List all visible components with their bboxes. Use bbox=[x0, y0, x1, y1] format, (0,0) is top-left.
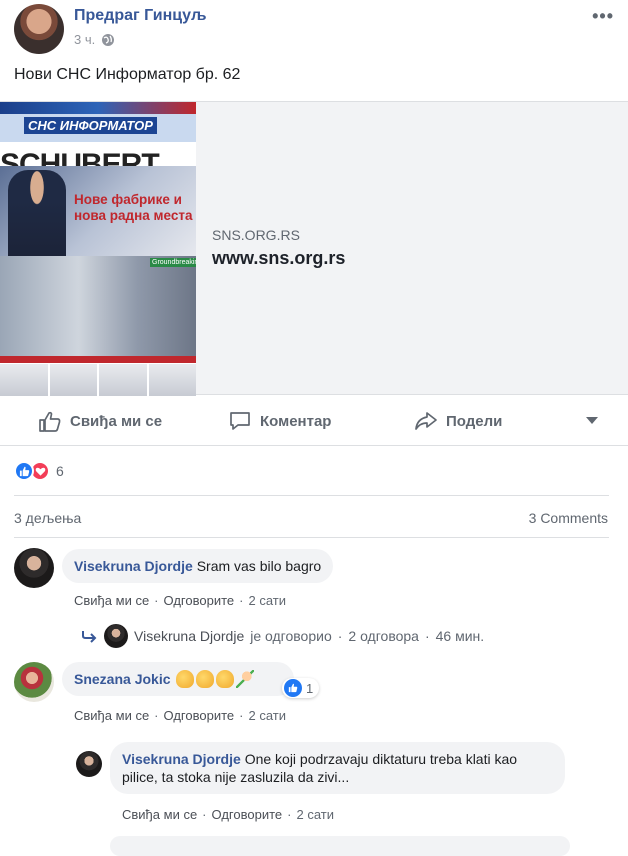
post-header: Предраг Гинцуљ 3 ч. ••• bbox=[0, 0, 628, 60]
newspaper-person bbox=[8, 170, 66, 258]
comment-button[interactable]: Коментар bbox=[228, 410, 331, 432]
separator: · bbox=[337, 628, 343, 644]
reply-arrow-icon bbox=[82, 631, 97, 643]
commenter-name[interactable]: Visekruna Djordje bbox=[122, 751, 241, 767]
newspaper-thumb bbox=[148, 364, 196, 396]
reply-text: је одговорио bbox=[250, 628, 332, 644]
post-actions-bar: Свиђа ми се Коментар Подели bbox=[0, 396, 628, 446]
separator: · bbox=[154, 708, 159, 723]
thumbs-up-icon bbox=[39, 411, 61, 432]
separator: · bbox=[287, 807, 292, 822]
newspaper-masthead: СНС ИНФОРМАТОР bbox=[24, 117, 157, 134]
newspaper-thumb bbox=[99, 364, 147, 396]
like-button[interactable]: Свиђа ми се bbox=[38, 410, 162, 432]
reactions-count: 6 bbox=[56, 463, 64, 479]
comment-bubble: Visekruna Djordje One koji podrzavaju di… bbox=[110, 742, 565, 794]
comment-reply-link[interactable]: Одговорите bbox=[212, 807, 283, 822]
comment-like-link[interactable]: Свиђа ми се bbox=[74, 593, 149, 608]
commenter-name[interactable]: Visekruna Djordje bbox=[74, 558, 193, 574]
newspaper-thumbnail: СНС ИНФОРМАТОР SCHUBERT Нове фабрике и н… bbox=[0, 102, 196, 396]
more-options-icon[interactable]: ••• bbox=[592, 6, 614, 27]
comment-time[interactable]: 2 сати bbox=[248, 708, 286, 723]
divider bbox=[14, 537, 609, 538]
newspaper-top-band bbox=[0, 102, 196, 114]
comment-reply-link[interactable]: Одговорите bbox=[164, 708, 235, 723]
comment-like-link[interactable]: Свиђа ми се bbox=[122, 807, 197, 822]
comment-icon bbox=[230, 412, 250, 430]
comment-label: Коментар bbox=[260, 412, 332, 430]
post-time[interactable]: 3 ч. bbox=[74, 32, 95, 47]
newspaper-thumb bbox=[49, 364, 97, 396]
comment-reply-link[interactable]: Одговорите bbox=[164, 593, 235, 608]
author-name[interactable]: Предраг Гинцуљ bbox=[74, 7, 207, 25]
comment-time[interactable]: 2 сати bbox=[248, 593, 286, 608]
clapping-hands-emoji-icon bbox=[216, 670, 235, 688]
like-reaction-icon bbox=[14, 461, 34, 481]
comment-actions: Свиђа ми се · Одговорите · 2 сати bbox=[122, 807, 334, 822]
comments-count[interactable]: 3 Comments bbox=[529, 510, 608, 526]
separator: · bbox=[239, 593, 244, 608]
post-text: Нови СНС Информатор бр. 62 bbox=[14, 66, 241, 83]
newspaper-thumbs bbox=[0, 364, 196, 396]
reply-count: 2 одговора bbox=[348, 628, 419, 644]
reply-time: 46 мин. bbox=[435, 628, 485, 644]
newspaper-photo-bottom bbox=[0, 256, 196, 356]
comment-like-link[interactable]: Свиђа ми се bbox=[74, 708, 149, 723]
reply-author-name: Visekruna Djordje bbox=[134, 628, 245, 644]
comment-text: Sram vas bilo bagro bbox=[196, 558, 322, 574]
comment-bubble: Snezana Jokic bbox=[62, 662, 294, 696]
comment-bubble bbox=[110, 836, 570, 856]
comment-bubble: Visekruna Djordje Sram vas bilo bagro bbox=[62, 549, 334, 583]
clapping-hands-emoji-icon bbox=[196, 670, 215, 688]
share-icon bbox=[415, 412, 437, 430]
commenter-name[interactable]: Snezana Jokic bbox=[74, 671, 171, 687]
share-label: Подели bbox=[446, 412, 503, 430]
bouquet-emoji-icon bbox=[236, 670, 255, 688]
commenter-avatar[interactable] bbox=[14, 662, 54, 702]
globe-icon bbox=[101, 33, 115, 47]
post-meta: 3 ч. bbox=[74, 32, 115, 47]
separator: · bbox=[424, 628, 430, 644]
separator: · bbox=[239, 708, 244, 723]
comment-actions: Свиђа ми се · Одговорите · 2 сати bbox=[74, 708, 286, 723]
commenter-avatar[interactable] bbox=[14, 548, 54, 588]
newspaper-tag: Groundbreaking bbox=[150, 258, 196, 267]
comment-like-badge[interactable]: 1 bbox=[282, 678, 320, 698]
reactions-summary[interactable]: 6 bbox=[14, 461, 64, 481]
divider bbox=[14, 495, 609, 496]
reply-author-avatar bbox=[104, 624, 128, 648]
commenter-avatar[interactable] bbox=[76, 751, 102, 777]
chevron-down-icon[interactable] bbox=[586, 417, 598, 424]
preview-title[interactable]: www.sns.org.rs bbox=[212, 248, 345, 269]
share-button[interactable]: Подели bbox=[414, 410, 502, 432]
author-avatar[interactable] bbox=[14, 4, 64, 54]
newspaper-footer-bar bbox=[0, 356, 196, 363]
comment-time[interactable]: 2 сати bbox=[296, 807, 334, 822]
clapping-hands-emoji-icon bbox=[176, 670, 195, 688]
comment-like-count: 1 bbox=[306, 680, 314, 696]
shares-count[interactable]: 3 дељења bbox=[14, 510, 81, 526]
link-preview[interactable]: СНС ИНФОРМАТОР SCHUBERT Нове фабрике и н… bbox=[0, 101, 628, 396]
preview-domain: SNS.ORG.RS bbox=[212, 227, 300, 243]
newspaper-thumb bbox=[0, 364, 48, 396]
separator: · bbox=[154, 593, 159, 608]
view-replies[interactable]: Visekruna Djordje је одговорио · 2 одгов… bbox=[80, 624, 484, 648]
like-reaction-icon bbox=[284, 679, 302, 697]
newspaper-headline: Нове фабрике и нова радна места bbox=[74, 192, 193, 223]
like-label: Свиђа ми се bbox=[70, 412, 163, 430]
comment-actions: Свиђа ми се · Одговорите · 2 сати bbox=[74, 593, 286, 608]
separator: · bbox=[202, 807, 207, 822]
